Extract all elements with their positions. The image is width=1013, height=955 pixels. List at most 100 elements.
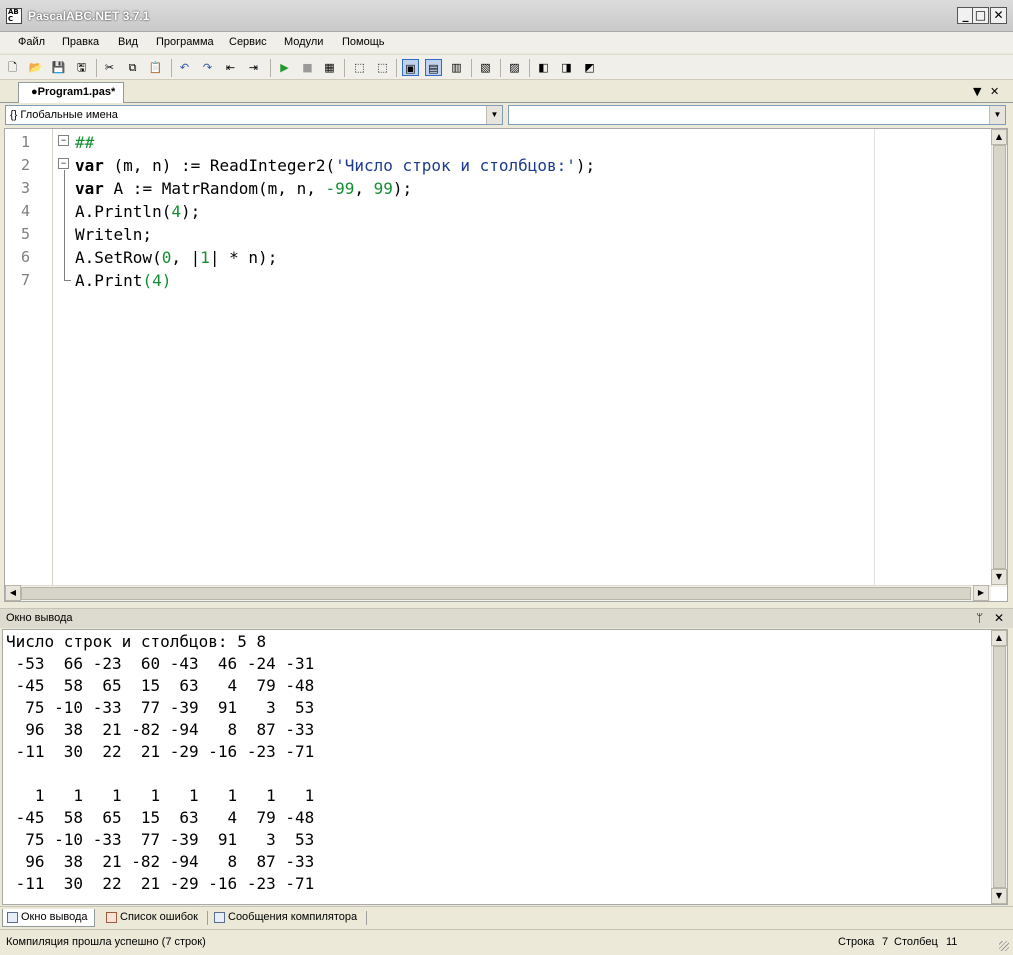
menu-view[interactable]: Вид (118, 36, 138, 48)
editor-vertical-scrollbar[interactable]: ▲ ▼ (991, 129, 1007, 587)
toolbar-separator (171, 59, 172, 77)
code-token: 0 (161, 248, 172, 267)
save-all-icon[interactable]: 🖫 (73, 59, 90, 76)
code-template-icon[interactable]: ▨ (506, 59, 523, 76)
bottom-panel-tabs: Окно вывода Список ошибок Сообщения комп… (0, 906, 1013, 928)
maximize-button[interactable]: □ (972, 7, 989, 24)
code-editor[interactable]: − − ▲ ▼ ◀ ▶ 1 2 3 4 5 6 7 ## var (m, n) := ReadI… (4, 128, 1008, 602)
copy-icon[interactable]: ⧉ (124, 59, 141, 76)
navigate-back-icon[interactable]: ⇤ (222, 59, 239, 76)
scroll-thumb[interactable] (993, 145, 1006, 569)
output-vertical-scrollbar[interactable]: ▲ ▼ (991, 630, 1007, 904)
code-line[interactable]: A.Println(4); (75, 202, 200, 221)
line-number: 4 (21, 202, 31, 220)
tab-program1[interactable]: ●Program1.pas* (18, 82, 125, 103)
cut-icon[interactable]: ✂ (101, 59, 118, 76)
close-icon[interactable]: ✕ (994, 611, 1004, 625)
new-file-icon[interactable]: 🗋 (4, 59, 21, 76)
global-names-combo[interactable]: {} Глобальные имена ▼ (5, 105, 503, 125)
menu-file[interactable]: Файл (18, 36, 45, 48)
paste-icon[interactable]: 📋 (147, 59, 164, 76)
code-line[interactable]: A.SetRow(0, |1| * n); (75, 248, 277, 267)
right-margin-line (874, 129, 875, 589)
resize-grip-icon[interactable] (999, 941, 1009, 951)
code-line[interactable]: Writeln; (75, 225, 152, 244)
output-console[interactable]: ▲ ▼ Число строк и столбцов: 5 8 -53 66 -… (2, 629, 1008, 905)
toolbar-separator (270, 59, 271, 77)
scroll-right-icon[interactable]: ▶ (973, 585, 989, 601)
navigate-forward-icon[interactable]: ⇥ (245, 59, 262, 76)
members-combo[interactable]: ▼ (508, 105, 1006, 125)
namespace-bar: {} Глобальные имена ▼ ▼ (0, 103, 1013, 127)
comment-icon[interactable]: ▧ (477, 59, 494, 76)
debug-stop-icon[interactable]: ◨ (558, 59, 575, 76)
output-line: 75 -10 -33 77 -39 91 3 53 (6, 698, 315, 717)
toolbar-separator (96, 59, 97, 77)
debug-run-icon[interactable]: ◧ (535, 59, 552, 76)
tab-close-icon[interactable]: ✕ (990, 85, 999, 98)
code-token: ); (575, 156, 596, 175)
fold-guide-line (64, 170, 65, 280)
save-icon[interactable]: 💾 (50, 59, 67, 76)
debug-restart-icon[interactable]: ◩ (581, 59, 598, 76)
code-token: ); (392, 179, 413, 198)
code-line[interactable]: A.Print(4) (75, 271, 171, 290)
debug-step-into-icon[interactable]: ⬚ (351, 59, 368, 76)
open-folder-icon[interactable]: 📂 (27, 59, 44, 76)
code-token: (4) (142, 271, 172, 290)
fold-toggle-icon[interactable]: − (58, 158, 69, 169)
scroll-down-icon[interactable]: ▼ (991, 569, 1007, 585)
tab-error-list[interactable]: Список ошибок (102, 909, 204, 927)
fold-toggle-icon[interactable]: − (58, 135, 69, 146)
scroll-up-icon[interactable]: ▲ (991, 129, 1007, 145)
menu-program[interactable]: Программа (156, 36, 214, 48)
code-line[interactable]: var A := MatrRandom(m, n, -99, 99); (75, 179, 412, 198)
compile-status: Компиляция прошла успешно (7 строк) (6, 936, 206, 948)
chevron-down-icon[interactable]: ▼ (486, 106, 502, 124)
error-list-icon (106, 912, 117, 923)
stop-icon[interactable]: ■ (299, 59, 316, 76)
output-panel-title: Окно вывода (6, 612, 73, 624)
format-code-icon[interactable]: ▥ (448, 59, 465, 76)
toolbar: 🗋 📂 💾 🖫 ✂ ⧉ 📋 ↶ ↷ ⇤ ⇥ ▶ ■ ▦ ⬚ ⬚ ▣ ▤ ▥ ▧ ▨ ◧ ◨ ◩ (0, 54, 1013, 80)
run-icon[interactable]: ▶ (276, 59, 293, 76)
tab-label: Окно вывода (21, 911, 88, 923)
scroll-thumb[interactable] (21, 587, 971, 600)
menu-service[interactable]: Сервис (229, 36, 267, 48)
chevron-down-icon[interactable]: ▼ (989, 106, 1005, 124)
undo-icon[interactable]: ↶ (176, 59, 193, 76)
title-bar: AB C PascalABC.NET 3.7.1 _ □ ✕ (0, 0, 1013, 32)
pin-icon[interactable]: ᛘ (976, 611, 983, 625)
compile-icon[interactable]: ▦ (321, 59, 338, 76)
compiler-messages-icon (214, 912, 225, 923)
tab-list-dropdown-icon[interactable]: ▼ (973, 85, 981, 98)
tab-separator (366, 911, 367, 925)
scroll-down-icon[interactable]: ▼ (991, 888, 1007, 904)
tab-compiler-messages[interactable]: Сообщения компилятора (210, 909, 363, 927)
scroll-up-icon[interactable]: ▲ (991, 630, 1007, 646)
console-window-icon[interactable]: ▣ (402, 59, 419, 76)
close-button[interactable]: ✕ (990, 7, 1007, 24)
code-token: var (75, 179, 104, 198)
menu-help[interactable]: Помощь (342, 36, 385, 48)
editor-horizontal-scrollbar[interactable]: ◀ ▶ (5, 585, 991, 601)
code-line[interactable]: var (m, n) := ReadInteger2('Число строк … (75, 156, 595, 175)
scroll-thumb[interactable] (993, 646, 1006, 888)
code-token: A.Println( (75, 202, 172, 221)
code-token: , (354, 179, 374, 198)
debug-step-over-icon[interactable]: ⬚ (374, 59, 391, 76)
code-token: ); (180, 202, 201, 221)
code-token: | * n); (209, 248, 278, 267)
menu-edit[interactable]: Правка (62, 36, 99, 48)
redo-icon[interactable]: ↷ (199, 59, 216, 76)
output-line: -11 30 22 21 -29 -16 -23 -71 (6, 874, 315, 893)
tab-output-window[interactable]: Окно вывода (2, 909, 95, 927)
menu-modules[interactable]: Модули (284, 36, 323, 48)
code-token: A := MatrRandom(m, n, (103, 179, 326, 198)
output-line: -11 30 22 21 -29 -16 -23 -71 (6, 742, 315, 761)
menu-bar: Файл Правка Вид Программа Сервис Модули … (0, 32, 1013, 53)
code-line[interactable]: ## (75, 133, 94, 152)
scroll-left-icon[interactable]: ◀ (5, 585, 21, 601)
column-label: Столбец (894, 936, 938, 948)
text-window-icon[interactable]: ▤ (425, 59, 442, 76)
